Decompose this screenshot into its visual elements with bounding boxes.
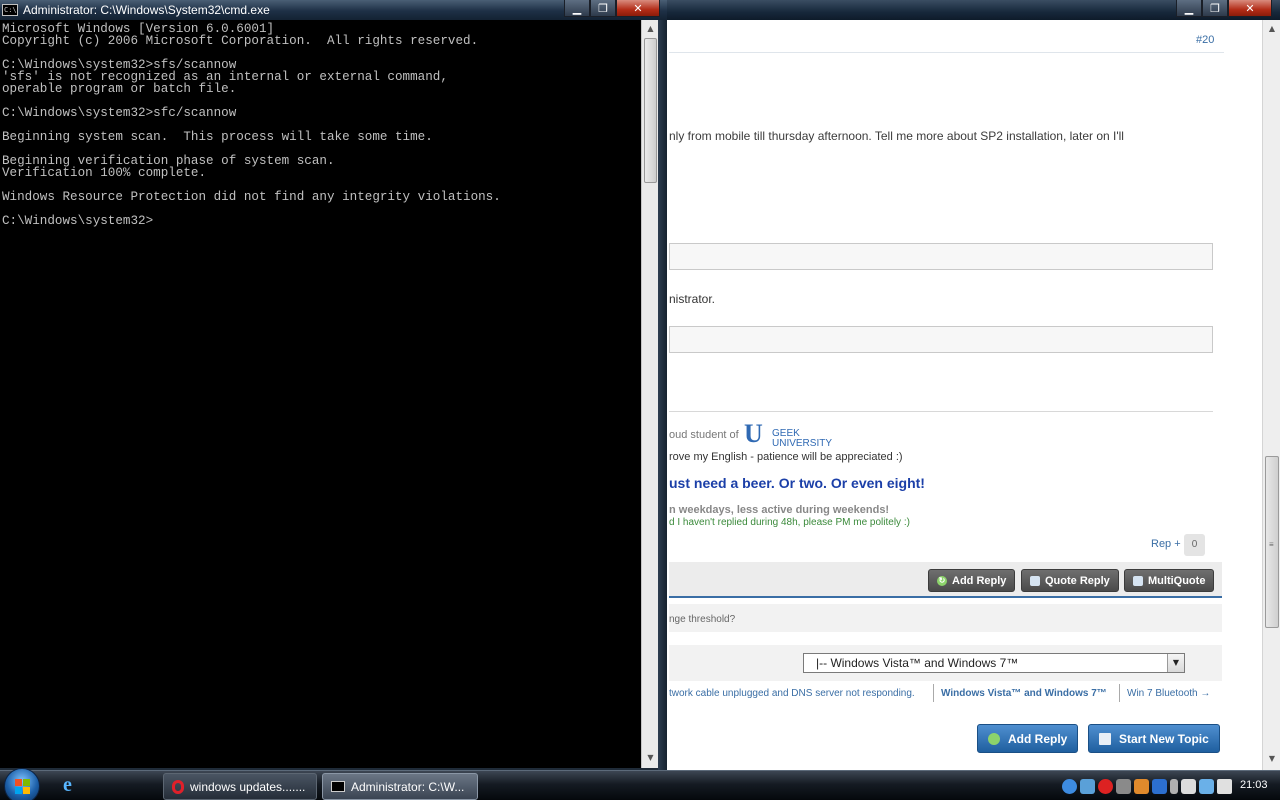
signature-divider <box>669 411 1213 412</box>
forum-jump-row: |-- Windows Vista™ and Windows 7™ ▼ <box>669 645 1222 681</box>
tray-sound-device-icon[interactable] <box>1134 778 1149 794</box>
signature-line-3: n weekdays, less active during weekends! <box>669 504 890 516</box>
cmd-maximize-button[interactable]: ❐ <box>590 0 616 17</box>
reply-arrow-icon: ↻ <box>937 575 947 586</box>
taskbar-item-label: windows updates....... <box>190 779 306 794</box>
forum-post-area: #20 nly from mobile till thursday aftern… <box>669 20 1262 770</box>
console-text: Microsoft Windows [Version 6.0.6001] Cop… <box>2 22 501 228</box>
browser-window-controls: ▁ ❐ ✕ <box>1176 0 1272 17</box>
cmd-app-icon[interactable]: C:\ <box>2 4 18 16</box>
cmd-scroll-up-arrow-icon[interactable]: ▲ <box>643 21 658 37</box>
browser-minimize-button[interactable]: ▁ <box>1176 0 1202 17</box>
multiquote-button[interactable]: MultiQuote <box>1124 569 1215 592</box>
cmd-window[interactable]: C:\ Administrator: C:\Windows\System32\c… <box>0 0 667 770</box>
multiquote-icon <box>1133 575 1143 586</box>
tray-device-icon[interactable] <box>1116 778 1131 794</box>
cmd-scroll-down-arrow-icon[interactable]: ▼ <box>643 750 658 766</box>
cmd-scroll-thumb[interactable] <box>644 38 657 183</box>
taskbar-clock[interactable]: 21:03 <box>1240 779 1268 791</box>
new-topic-document-icon <box>1099 732 1111 745</box>
rep-count-badge: 0 <box>1184 534 1205 556</box>
geek-university-u-icon: U <box>744 419 763 448</box>
forum-jump-select[interactable]: |-- Windows Vista™ and Windows 7™ ▼ <box>803 653 1185 673</box>
profile-field-box <box>669 243 1213 270</box>
scroll-down-arrow-icon[interactable]: ▼ <box>1265 752 1279 766</box>
tray-network-icon[interactable] <box>1199 778 1214 794</box>
link-separator <box>1119 684 1120 702</box>
forum-link[interactable]: Windows Vista™ and Windows 7™ <box>941 688 1107 699</box>
cmd-title-bar[interactable]: C:\ Administrator: C:\Windows\System32\c… <box>0 0 667 20</box>
console-output-area[interactable]: Microsoft Windows [Version 6.0.6001] Cop… <box>0 20 641 768</box>
quote-reply-button[interactable]: Quote Reply <box>1021 569 1119 592</box>
cmd-window-title: Administrator: C:\Windows\System32\cmd.e… <box>23 3 270 17</box>
add-reply-label: Add Reply <box>952 574 1007 587</box>
tray-usb-icon[interactable] <box>1181 778 1196 794</box>
start-new-topic-button[interactable]: Start New Topic <box>1088 724 1220 753</box>
next-topic-link[interactable]: Win 7 Bluetooth → <box>1127 688 1210 699</box>
browser-close-button[interactable]: ✕ <box>1228 0 1272 17</box>
geek-university-logo[interactable]: U GEEK UNIVERSITY <box>744 419 839 449</box>
tray-antivirus-icon[interactable] <box>1098 778 1113 794</box>
link-separator <box>933 684 934 702</box>
signature-line-2: rove my English - patience will be appre… <box>669 451 903 463</box>
taskbar: e windows updates....... Administrator: … <box>0 768 1280 800</box>
logo-text-university: UNIVERSITY <box>772 438 833 449</box>
threshold-text: nge threshold? <box>669 614 736 625</box>
reply-arrow-icon <box>988 732 1000 745</box>
internet-explorer-icon[interactable]: e <box>63 775 83 795</box>
add-reply-button[interactable]: ↻ Add Reply <box>928 569 1016 592</box>
cmd-window-controls: ▁ ❐ ✕ <box>564 0 660 17</box>
tray-separator <box>1170 778 1178 794</box>
bottom-add-reply-button[interactable]: Add Reply <box>977 724 1079 753</box>
previous-topic-link[interactable]: twork cable unplugged and DNS server not… <box>669 688 915 699</box>
browser-maximize-button[interactable]: ❐ <box>1202 0 1228 17</box>
browser-scroll-thumb[interactable]: ≡ <box>1265 456 1279 628</box>
signature-line-1: oud student of <box>669 429 739 441</box>
cmd-vertical-scrollbar[interactable]: ▲ ▼ <box>641 20 658 768</box>
tray-display-icon[interactable] <box>1152 778 1167 794</box>
cmd-close-button[interactable]: ✕ <box>616 0 660 17</box>
quote-reply-label: Quote Reply <box>1045 574 1110 587</box>
post-body-text: nly from mobile till thursday afternoon.… <box>669 129 1124 143</box>
profile-field-box-2 <box>669 326 1213 353</box>
start-button[interactable] <box>4 768 40 800</box>
scroll-up-arrow-icon[interactable]: ▲ <box>1265 22 1279 36</box>
chevron-down-icon[interactable]: ▼ <box>1167 654 1184 672</box>
signature-line-4: d I haven't replied during 48h, please P… <box>669 517 910 528</box>
tray-network-globe-icon[interactable] <box>1062 778 1077 794</box>
system-tray <box>1062 774 1232 798</box>
multiquote-label: MultiQuote <box>1148 574 1206 587</box>
post-header-divider <box>669 52 1224 53</box>
scroll-grip-icon: ≡ <box>1269 540 1274 549</box>
taskbar-item-cmd[interactable]: Administrator: C:\W... <box>322 773 478 800</box>
post-action-bar: ↻ Add Reply Quote Reply MultiQuote <box>669 562 1222 598</box>
bottom-add-reply-label: Add Reply <box>1008 731 1068 746</box>
opera-browser-icon <box>172 779 184 794</box>
tray-volume-icon[interactable] <box>1217 778 1232 794</box>
cmd-minimize-button[interactable]: ▁ <box>564 0 590 17</box>
browser-vertical-scrollbar[interactable]: ▲ ≡ ▼ <box>1262 20 1280 770</box>
tray-monitor-icon[interactable] <box>1080 778 1095 794</box>
cmd-window-border <box>658 20 667 770</box>
windows-logo-icon <box>15 779 30 794</box>
forum-jump-value: |-- Windows Vista™ and Windows 7™ <box>816 656 1019 670</box>
post-number-link[interactable]: #20 <box>1196 34 1214 46</box>
signature-beer-text: ust need a beer. Or two. Or even eight! <box>669 475 925 491</box>
cmd-taskbar-icon <box>331 781 345 792</box>
quote-icon <box>1030 575 1040 586</box>
taskbar-item-label: Administrator: C:\W... <box>351 779 465 794</box>
profile-field-label: nistrator. <box>669 292 716 306</box>
taskbar-item-opera[interactable]: windows updates....... <box>163 773 317 800</box>
threshold-row: nge threshold? <box>669 604 1222 632</box>
rep-plus-link[interactable]: Rep + <box>1151 538 1181 550</box>
start-new-topic-label: Start New Topic <box>1119 731 1209 746</box>
